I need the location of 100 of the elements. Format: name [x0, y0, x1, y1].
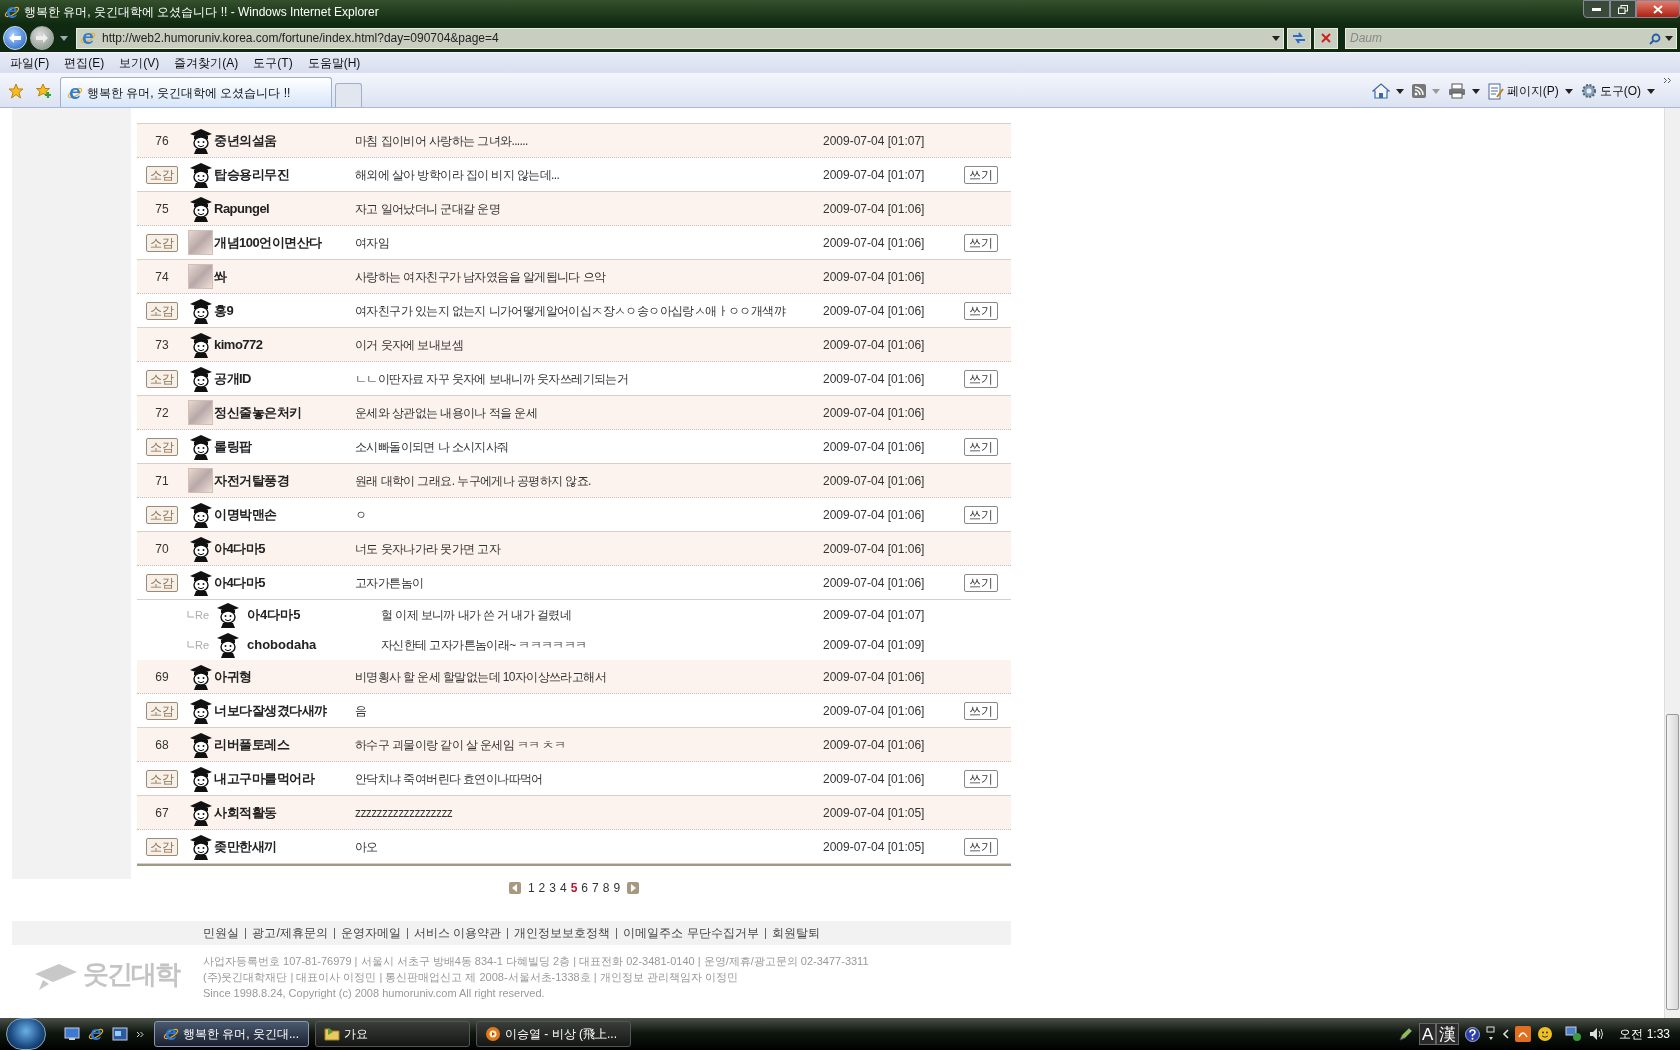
feed-icon[interactable] [1411, 84, 1426, 98]
comment-toggle-button[interactable]: 소감 [146, 769, 178, 788]
write-button[interactable]: 쓰기 [964, 369, 998, 388]
stop-button[interactable] [1314, 27, 1338, 49]
address-field[interactable]: http://web2.humoruniv.korea.com/fortune/index.html?day=090704&page=4 [76, 27, 1284, 49]
next-page-icon[interactable] [627, 882, 640, 894]
write-button[interactable]: 쓰기 [964, 769, 998, 788]
forward-button[interactable] [30, 26, 54, 50]
minimize-button[interactable] [1583, 0, 1610, 18]
page-link[interactable]: 8 [602, 879, 610, 897]
author-name[interactable]: 중년의설움 [214, 130, 355, 151]
author-name[interactable]: chobodaha [247, 635, 381, 655]
scrollbar-thumb[interactable] [1666, 714, 1679, 1010]
post-title[interactable]: 원래 대학이 그래요. 누구에게나 공평하지 않죠. [355, 471, 823, 490]
add-favorite-icon[interactable] [36, 83, 52, 99]
comment-toggle-button[interactable]: 소감 [146, 165, 178, 184]
write-button[interactable]: 쓰기 [964, 233, 998, 252]
author-name[interactable]: 아귀형 [214, 666, 355, 687]
menu-item[interactable]: 파일(F) [10, 54, 50, 72]
page-link[interactable]: 3 [549, 879, 556, 897]
input-mode-button[interactable]: 漢 [1436, 1023, 1460, 1045]
author-name[interactable]: 이명박맨손 [214, 504, 355, 525]
comment-toggle-button[interactable]: 소감 [146, 437, 178, 456]
author-name[interactable]: 내고구마를먹어라 [214, 768, 355, 789]
page-link[interactable]: 6 [581, 879, 589, 897]
taskbar-button[interactable]: 이승열 - 비상 (飛上... [476, 1021, 631, 1047]
footer-link[interactable]: 서비스 이용약관 [413, 927, 502, 939]
author-name[interactable]: 탑승용리무진 [214, 164, 355, 185]
comment-toggle-button[interactable]: 소감 [146, 573, 178, 592]
footer-link[interactable]: 민원실 [203, 927, 240, 939]
write-button[interactable]: 쓰기 [964, 837, 998, 856]
page-menu-button[interactable]: 페이지(P) [1487, 82, 1559, 100]
comment-toggle-button[interactable]: 소감 [146, 701, 178, 720]
search-field[interactable]: Daum [1345, 27, 1677, 49]
chevron-left-icon[interactable] [1502, 1029, 1510, 1039]
previous-page-icon[interactable] [508, 882, 521, 894]
chevron-icon[interactable] [1663, 77, 1672, 84]
page-link[interactable]: 9 [613, 879, 621, 897]
footer-link[interactable]: 운영자메일 [340, 927, 401, 939]
post-title[interactable]: 하수구 괴물이랑 같이 살 운세임 ㅋㅋ ㅊㅋ [355, 735, 823, 754]
page-link[interactable]: 2 [538, 879, 546, 897]
author-name[interactable]: 공개ID [214, 368, 355, 389]
caret-icon[interactable] [60, 35, 68, 41]
caret-icon[interactable] [1665, 36, 1673, 41]
speaker-icon[interactable] [1589, 1027, 1606, 1041]
write-button[interactable]: 쓰기 [964, 505, 998, 524]
footer-link[interactable]: 회원탈퇴 [771, 927, 820, 939]
browser-tab[interactable]: 행복한 유머, 웃긴대학에 오셨습니다 !! [60, 77, 332, 107]
post-title[interactable]: 너도 웃자나가라 못가면 고자 [355, 539, 823, 558]
author-name[interactable]: Rapungel [214, 198, 355, 219]
restore-button[interactable] [1610, 0, 1636, 18]
write-button[interactable]: 쓰기 [964, 165, 998, 184]
menu-item[interactable]: 도구(T) [253, 54, 293, 72]
post-title[interactable]: zzzzzzzzzzzzzzzzzz [355, 803, 823, 822]
author-name[interactable]: 아4다마5 [247, 605, 381, 625]
post-title[interactable]: 마침 집이비어 사랑하는 그녀와...... [355, 131, 823, 150]
comment-toggle-button[interactable]: 소감 [146, 301, 178, 320]
page-link[interactable]: 1 [527, 879, 535, 897]
footer-link[interactable]: 광고/제휴문의 [252, 927, 328, 939]
comment-toggle-button[interactable]: 소감 [146, 369, 178, 388]
close-button[interactable] [1636, 0, 1680, 18]
author-name[interactable]: 너보다잘생겼다새꺄 [214, 700, 355, 721]
footer-link[interactable]: 개인정보보호정책 [514, 927, 611, 939]
author-name[interactable]: 홍9 [214, 300, 355, 321]
footer-link[interactable]: 이메일주소 무단수집거부 [623, 927, 759, 939]
smiley-icon[interactable] [1537, 1026, 1554, 1042]
write-button[interactable]: 쓰기 [964, 701, 998, 720]
page-link[interactable]: 7 [592, 879, 599, 897]
menu-item[interactable]: 편집(E) [64, 54, 105, 72]
scrollbar[interactable] [1664, 108, 1680, 1018]
help-icon[interactable] [1465, 1026, 1481, 1042]
post-title[interactable]: 사랑하는 여자친구가 남자였음을 알게됩니다 으악 [355, 267, 823, 286]
tools-menu-button[interactable]: 도구(O) [1580, 82, 1641, 100]
author-name[interactable]: 아4다마5 [214, 572, 355, 593]
author-name[interactable]: kimo772 [214, 334, 355, 355]
caret-icon[interactable] [1647, 88, 1655, 94]
back-button[interactable] [3, 26, 27, 50]
caret-icon[interactable] [1395, 88, 1404, 94]
menu-item[interactable]: 즐겨찾기(A) [174, 54, 239, 72]
page-link[interactable]: 4 [559, 879, 567, 897]
page-link[interactable]: 5 [570, 879, 578, 897]
network-icon[interactable] [1565, 1026, 1584, 1042]
input-mode-button[interactable]: A [1418, 1023, 1437, 1045]
refresh-button[interactable] [1287, 27, 1311, 49]
author-name[interactable]: 개념100언이면산다 [214, 232, 355, 253]
post-title[interactable]: 이거 웃자에 보내보셈 [355, 335, 823, 354]
author-name[interactable]: 정신줄놓은처키 [214, 402, 355, 423]
post-title[interactable]: 비명횡사 할 운세 할말없는데 10자이상쓰라고해서 [355, 667, 823, 686]
menu-item[interactable]: 도움말(H) [307, 54, 361, 72]
taskbar-button[interactable]: 행복한 유머, 웃긴대... [154, 1021, 309, 1047]
taskbar-button[interactable]: 가요 [315, 1021, 470, 1047]
start-button[interactable] [6, 1018, 46, 1050]
write-button[interactable]: 쓰기 [964, 437, 998, 456]
menu-item[interactable]: 보기(V) [119, 54, 160, 72]
comment-toggle-button[interactable]: 소감 [146, 837, 178, 856]
author-name[interactable]: 사회적활동 [214, 802, 355, 823]
caret-icon[interactable] [1471, 88, 1480, 94]
write-button[interactable]: 쓰기 [964, 301, 998, 320]
window-switch-icon[interactable] [112, 1027, 128, 1041]
printer-icon[interactable] [1447, 83, 1466, 99]
